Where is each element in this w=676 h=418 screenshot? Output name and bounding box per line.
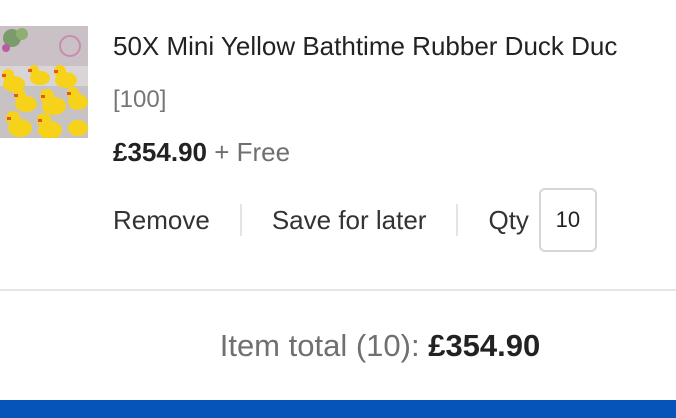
cart-item-page: 50X Mini Yellow Bathtime Rubber Duck Duc… [0,0,676,418]
product-thumbnail[interactable] [0,26,88,138]
item-title[interactable]: 50X Mini Yellow Bathtime Rubber Duck Duc [113,30,676,62]
save-for-later-button[interactable]: Save for later [272,205,427,236]
item-variant: [100] [113,86,167,113]
remove-button[interactable]: Remove [113,205,210,236]
quantity-select[interactable]: 10 [538,188,597,252]
action-divider [456,204,459,236]
section-divider [0,289,676,291]
qty-label: Qty [488,204,529,235]
item-total-value: £354.90 [428,328,541,363]
item-price-line: £354.90 + Free [113,136,290,168]
action-divider [239,204,242,236]
item-total: Item total (10): £354.90 [0,326,676,366]
item-price: £354.90 [113,137,207,167]
item-actions: Remove Save for later Qty 10 [113,186,597,254]
rubber-duck-image [0,26,88,138]
item-total-label: Item total (10): [219,328,420,363]
checkout-bar[interactable] [0,400,676,418]
item-shipping: + Free [214,137,291,167]
